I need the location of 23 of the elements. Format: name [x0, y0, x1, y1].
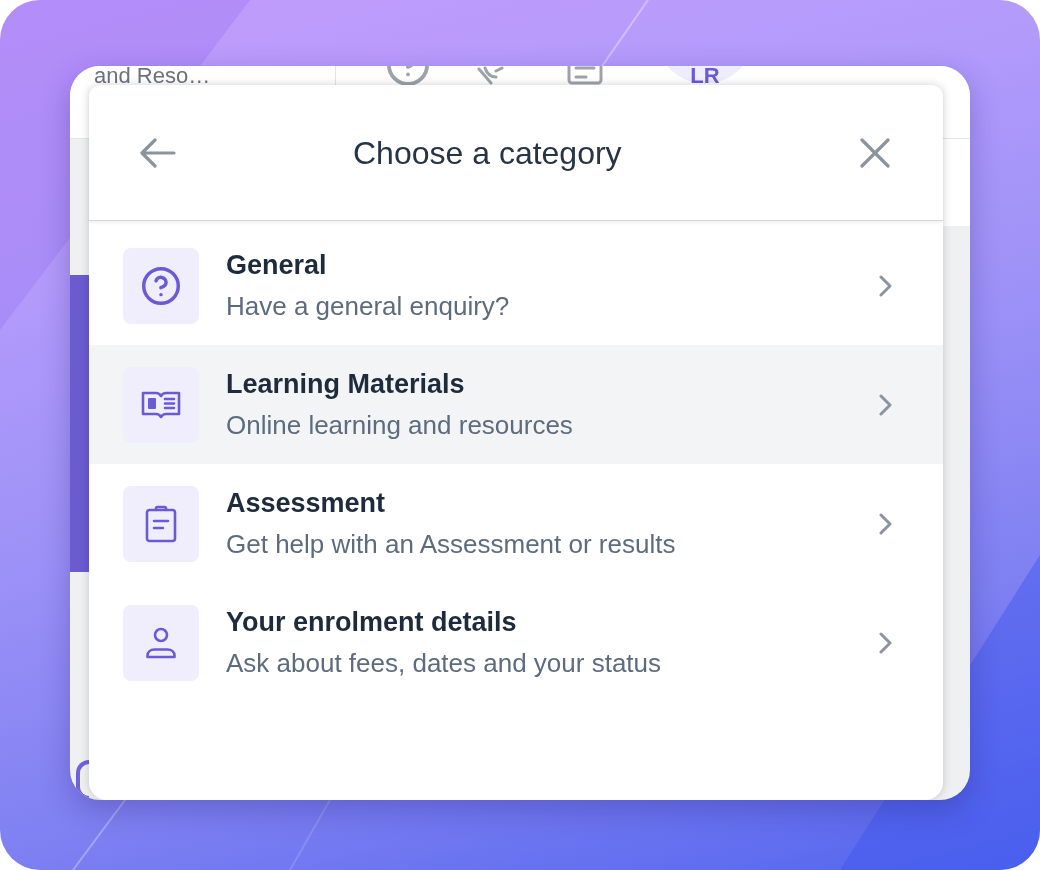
question-mark-icon — [123, 247, 199, 324]
open-book-icon — [123, 366, 199, 443]
avatar[interactable]: LR — [667, 66, 743, 85]
user-icon — [123, 604, 199, 681]
help-icon[interactable] — [387, 66, 429, 85]
category-item[interactable]: Your enrolment details Ask about fees, dates and your status — [89, 583, 943, 702]
document-icon[interactable] — [567, 66, 603, 85]
category-item[interactable]: General Have a general enquiry? — [89, 226, 943, 345]
clipboard-icon — [123, 485, 199, 562]
category-item[interactable]: Assessment Get help with an Assessment or results — [89, 464, 943, 583]
dialog-title: Choose a category — [353, 133, 622, 173]
close-button[interactable] — [860, 137, 890, 168]
close-icon — [860, 137, 890, 168]
header-title: and Reso… — [94, 66, 212, 85]
chevron-right-icon — [879, 274, 892, 297]
arrow-left-icon — [140, 137, 176, 168]
back-button[interactable] — [140, 137, 176, 168]
chevron-right-icon — [879, 512, 892, 535]
slashed-icon[interactable] — [476, 66, 506, 85]
light-streak — [289, 799, 331, 870]
category-item[interactable]: Learning Materials Online learning and resources — [89, 345, 943, 464]
chevron-right-icon — [879, 393, 892, 416]
chevron-right-icon — [879, 631, 892, 654]
